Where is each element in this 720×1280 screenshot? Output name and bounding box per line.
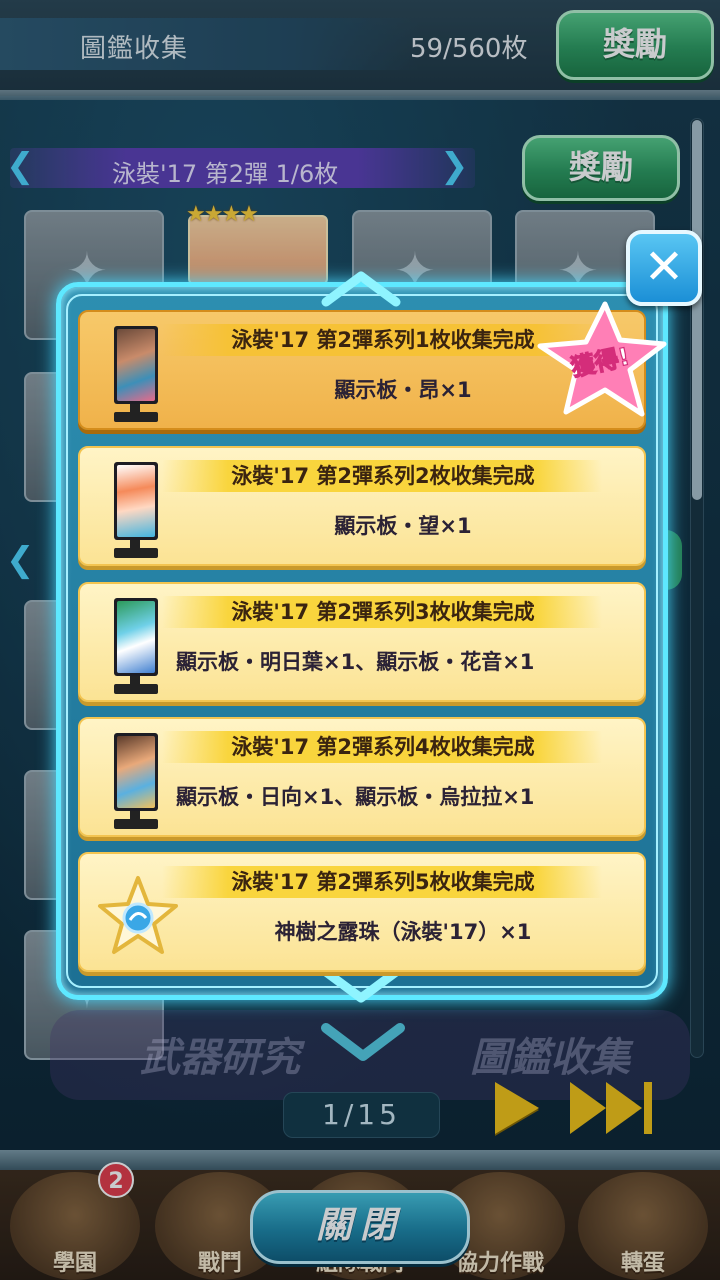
display-board-icon (110, 733, 162, 831)
scroll-down-icon[interactable] (318, 966, 404, 1006)
reward-title: 泳裝'17 第2彈系列4枚收集完成 (231, 735, 535, 759)
display-board-icon (110, 598, 162, 696)
reward-item: 泳裝'17 第2彈系列4枚收集完成 顯示板・日向×1、顯示板・烏拉拉×1 (78, 717, 646, 837)
modal-close-icon[interactable]: ✕ (626, 230, 702, 306)
reward-item: 泳裝'17 第2彈系列3枚收集完成 顯示板・明日葉×1、顯示板・花音×1 (78, 582, 646, 702)
reward-item: 泳裝'17 第2彈系列2枚收集完成 顯示板・望×1 (78, 446, 646, 566)
display-board-icon (110, 326, 162, 424)
scroll-up-icon[interactable] (318, 268, 404, 308)
dew-star-icon (98, 876, 178, 954)
reward-content: 顯示板・明日葉×1、顯示板・花音×1 (176, 650, 535, 674)
reward-title: 泳裝'17 第2彈系列2枚收集完成 (231, 464, 535, 488)
obtained-star-icon: 獲得! (537, 301, 667, 417)
display-board-icon (110, 462, 162, 560)
reward-content: 顯示板・望×1 (334, 514, 472, 538)
reward-title: 泳裝'17 第2彈系列3枚收集完成 (231, 600, 535, 624)
reward-item: 泳裝'17 第2彈系列5枚收集完成 神樹之露珠（泳裝'17）×1 (78, 852, 646, 972)
reward-content: 顯示板・日向×1、顯示板・烏拉拉×1 (176, 785, 535, 809)
